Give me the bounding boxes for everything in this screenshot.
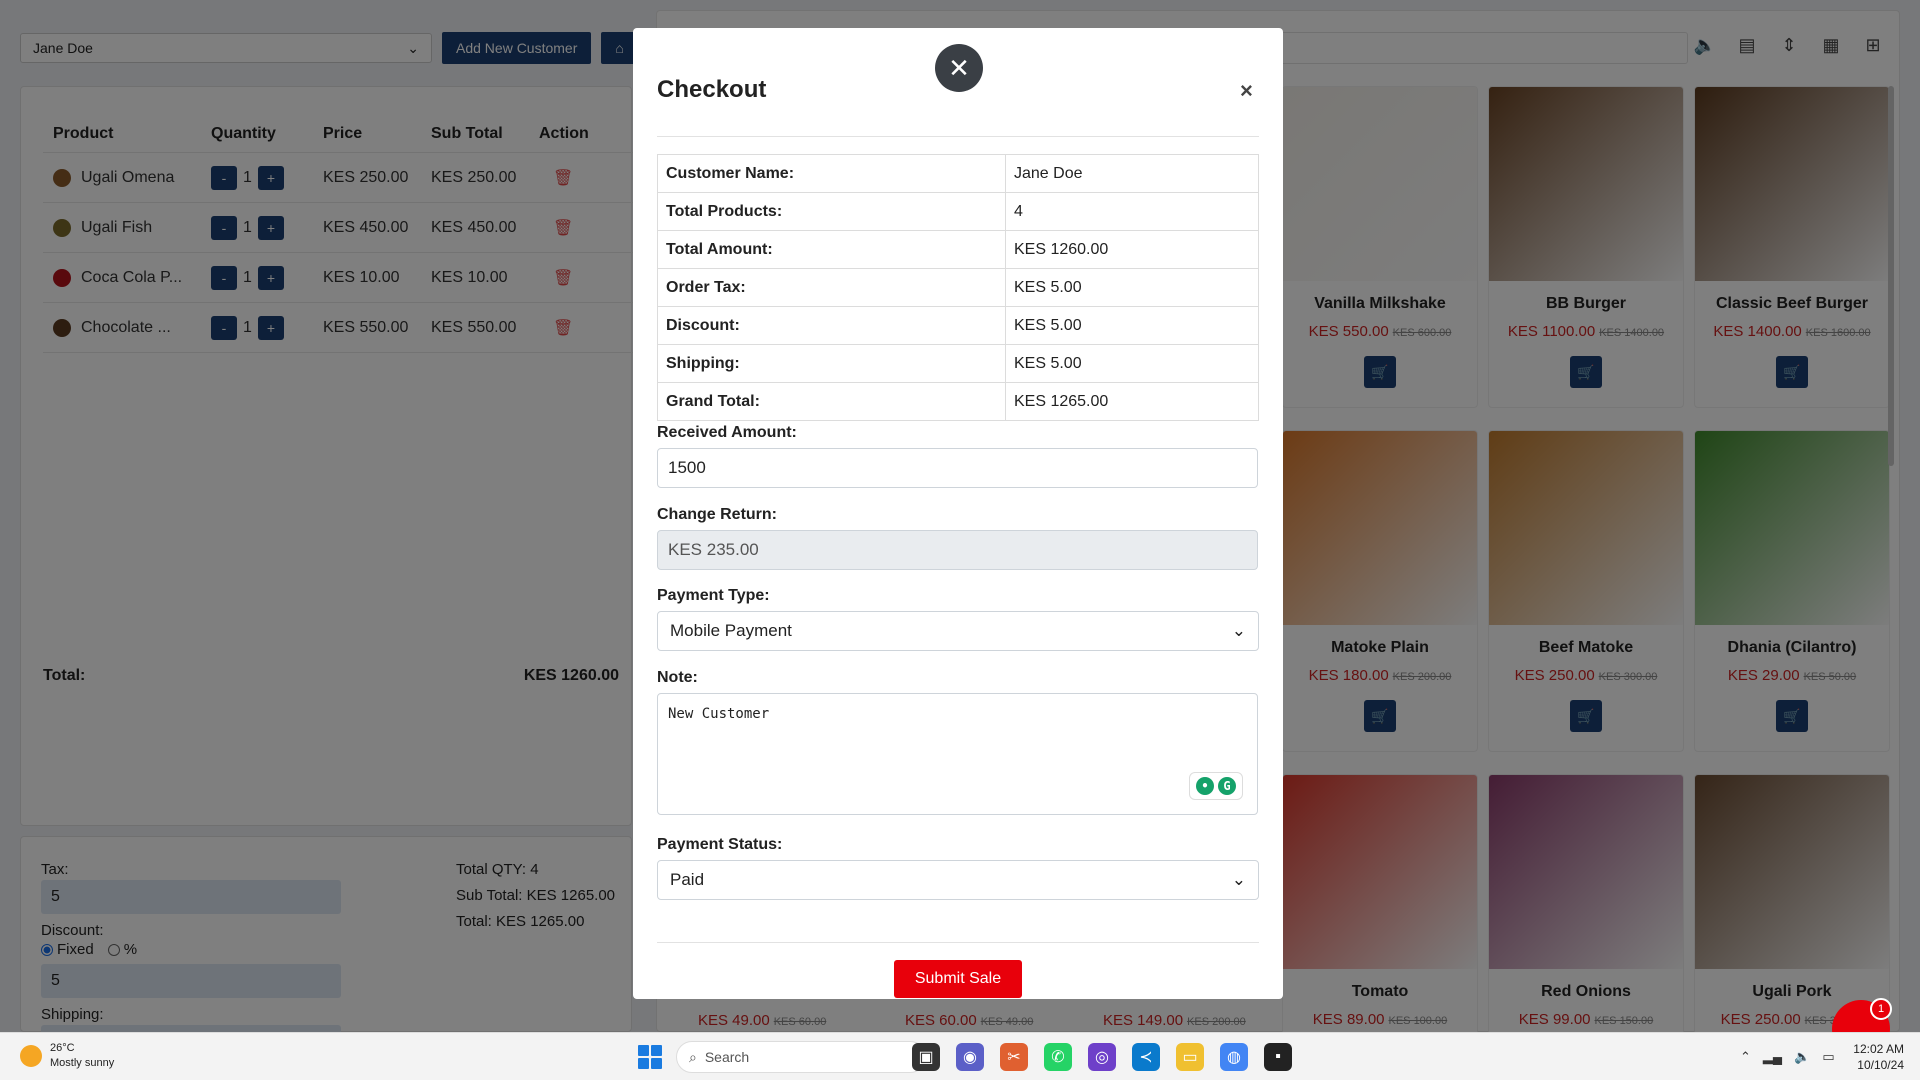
change-return-input: KES 235.00: [657, 530, 1258, 570]
battery-icon[interactable]: ▭: [1822, 1049, 1834, 1065]
summary-row: Total Products: 4: [657, 192, 1259, 231]
start-button[interactable]: [638, 1045, 662, 1069]
taskbar: 26°C Mostly sunny ⌕ Search ▣ ◉ ✂ ✆ ◎ ≺ ▭…: [0, 1032, 1920, 1080]
divider: [657, 136, 1259, 137]
summary-row: Total Amount: KES 1260.00: [657, 230, 1259, 269]
summary-value: 4: [1005, 192, 1259, 231]
chevron-down-icon: ⌄: [1231, 870, 1246, 889]
checkout-modal: Checkout × Customer Name: Jane Doe Total P…: [633, 28, 1283, 999]
taskbar-search[interactable]: ⌕ Search: [676, 1041, 926, 1073]
system-tray: ⌃ ▂▄ 🔈 ▭: [1740, 1049, 1835, 1065]
payment-type-select[interactable]: Mobile Payment ⌄: [657, 611, 1259, 651]
summary-row: Order Tax: KES 5.00: [657, 268, 1259, 307]
change-return-label: Change Return:: [657, 506, 777, 523]
wifi-icon[interactable]: ▂▄: [1763, 1049, 1782, 1065]
payment-type-value: Mobile Payment: [670, 621, 792, 640]
payment-status-select[interactable]: Paid ⌄: [657, 860, 1259, 900]
weather-text: 26°C Mostly sunny: [50, 1041, 114, 1071]
chrome-icon[interactable]: ◍: [1220, 1043, 1248, 1071]
lightbulb-icon[interactable]: •: [1196, 777, 1214, 795]
payment-status-value: Paid: [670, 870, 705, 889]
vscode-icon[interactable]: ≺: [1132, 1043, 1160, 1071]
summary-row: Grand Total: KES 1265.00: [657, 382, 1259, 421]
summary-key: Discount:: [657, 306, 1006, 345]
volume-icon[interactable]: 🔈: [1794, 1049, 1810, 1065]
summary-row: Customer Name: Jane Doe: [657, 154, 1259, 193]
summary-key: Customer Name:: [657, 154, 1006, 193]
received-amount-field: Received Amount: 1500: [657, 424, 1259, 488]
github-icon[interactable]: ◎: [1088, 1043, 1116, 1071]
checkout-summary: Customer Name: Jane Doe Total Products: 4 To…: [657, 154, 1259, 421]
task-view-icon[interactable]: ▣: [912, 1043, 940, 1071]
date: 10/10/24: [1857, 1058, 1904, 1072]
chat-badge: 1: [1870, 998, 1892, 1020]
payment-status-label: Payment Status:: [657, 836, 783, 853]
weather-condition: Mostly sunny: [50, 1057, 115, 1069]
received-amount-label: Received Amount:: [657, 424, 797, 441]
summary-key: Total Amount:: [657, 230, 1006, 269]
clock[interactable]: 12:02 AM 10/10/24: [1850, 1041, 1904, 1073]
summary-value: KES 5.00: [1005, 344, 1259, 383]
weather-widget[interactable]: 26°C Mostly sunny: [20, 1041, 114, 1071]
summary-value: Jane Doe: [1005, 154, 1259, 193]
temperature: 26°C: [50, 1042, 75, 1054]
grammarly-icon[interactable]: G: [1218, 777, 1236, 795]
payment-status-field: Payment Status: Paid ⌄: [657, 836, 1259, 900]
close-icon: ✕: [948, 52, 970, 83]
file-explorer-icon[interactable]: ▭: [1176, 1043, 1204, 1071]
teams-icon[interactable]: ◉: [956, 1043, 984, 1071]
search-icon: ⌕: [689, 1048, 697, 1065]
taskbar-apps: ▣ ◉ ✂ ✆ ◎ ≺ ▭ ◍ ▪: [912, 1043, 1292, 1071]
summary-value: KES 1260.00: [1005, 230, 1259, 269]
snipping-tool-icon[interactable]: ✂: [1000, 1043, 1028, 1071]
sun-icon: [20, 1045, 42, 1067]
summary-key: Order Tax:: [657, 268, 1006, 307]
grammarly-widget[interactable]: • G: [1189, 772, 1243, 800]
change-return-field: Change Return: KES 235.00: [657, 506, 1259, 570]
summary-value: KES 5.00: [1005, 268, 1259, 307]
divider: [657, 942, 1259, 943]
modal-title: Checkout: [657, 76, 767, 103]
time: 12:02 AM: [1853, 1042, 1904, 1056]
note-textarea[interactable]: New Customer • G: [657, 693, 1258, 815]
received-amount-input[interactable]: 1500: [657, 448, 1258, 488]
summary-row: Shipping: KES 5.00: [657, 344, 1259, 383]
payment-type-field: Payment Type: Mobile Payment ⌄: [657, 587, 1259, 651]
note-label: Note:: [657, 669, 698, 686]
summary-key: Total Products:: [657, 192, 1006, 231]
note-text: New Customer: [668, 706, 770, 722]
summary-row: Discount: KES 5.00: [657, 306, 1259, 345]
note-field: Note: New Customer • G: [657, 669, 1259, 815]
summary-key: Shipping:: [657, 344, 1006, 383]
whatsapp-icon[interactable]: ✆: [1044, 1043, 1072, 1071]
payment-type-label: Payment Type:: [657, 587, 770, 604]
chevron-up-icon[interactable]: ⌃: [1740, 1049, 1751, 1065]
summary-key: Grand Total:: [657, 382, 1006, 421]
summary-value: KES 1265.00: [1005, 382, 1259, 421]
taskbar-search-label: Search: [704, 1049, 750, 1065]
terminal-icon[interactable]: ▪: [1264, 1043, 1292, 1071]
submit-sale-button[interactable]: Submit Sale: [894, 960, 1022, 998]
close-icon[interactable]: ×: [1240, 78, 1253, 104]
chevron-down-icon: ⌄: [1231, 621, 1246, 640]
close-modal-button[interactable]: ✕: [935, 44, 983, 92]
summary-value: KES 5.00: [1005, 306, 1259, 345]
